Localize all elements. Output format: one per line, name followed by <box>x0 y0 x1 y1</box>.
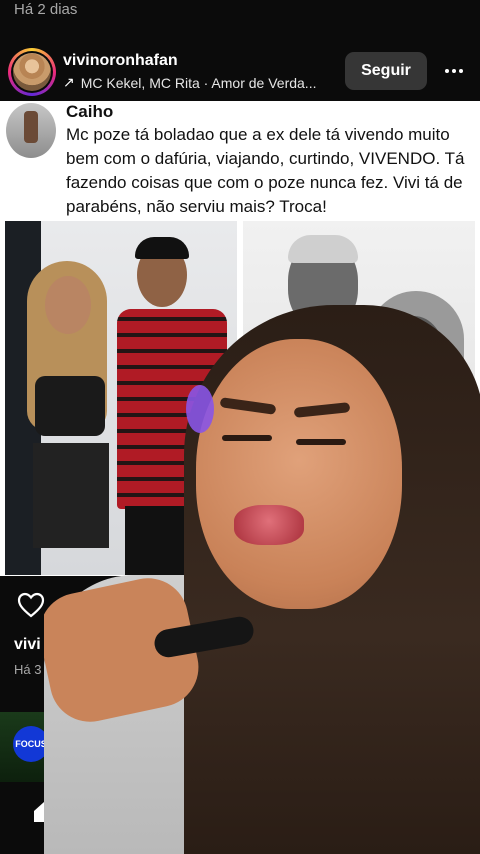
previous-post-timestamp: Há 2 dias <box>14 1 78 18</box>
presenter-left-eye <box>222 435 272 441</box>
profile-avatar[interactable] <box>8 48 56 96</box>
tweet-author-name: Caiho <box>66 102 114 121</box>
music-attribution[interactable]: ↗ MC Kekel, MC Rita · Amor de Verda... <box>63 74 333 91</box>
caption-timestamp: Há 3 <box>14 662 42 677</box>
avatar-inner <box>11 51 53 93</box>
photo-man-hair-bw <box>288 235 358 263</box>
presenter-video-overlay <box>44 305 480 854</box>
presenter-face <box>196 339 402 609</box>
caption-username[interactable]: vivi <box>14 636 41 654</box>
presenter-lips <box>234 505 304 545</box>
heart-icon[interactable] <box>17 592 45 618</box>
music-label: MC Kekel, MC Rita · Amor de Verda... <box>80 74 317 91</box>
photo-man-hair <box>135 237 189 259</box>
post-username[interactable]: vivinoronhafan <box>63 52 178 70</box>
follow-button[interactable]: Seguir <box>345 52 427 90</box>
post-header: vivinoronhafan ↗ MC Kekel, MC Rita · Amo… <box>0 42 480 100</box>
tweet-text: Mc poze tá boladao que a ex dele tá vive… <box>66 125 465 216</box>
repost-arrow-icon: ↗ <box>63 74 75 90</box>
tweet-avatar <box>6 103 56 158</box>
instagram-feed-screen: Há 2 dias vivinoronhafan ↗ MC Kekel, MC … <box>0 0 480 854</box>
presenter-purple-accessory <box>186 385 214 433</box>
avatar-photo <box>13 53 51 91</box>
presenter-right-eye <box>296 439 346 445</box>
more-horizontal-icon[interactable] <box>441 58 467 84</box>
